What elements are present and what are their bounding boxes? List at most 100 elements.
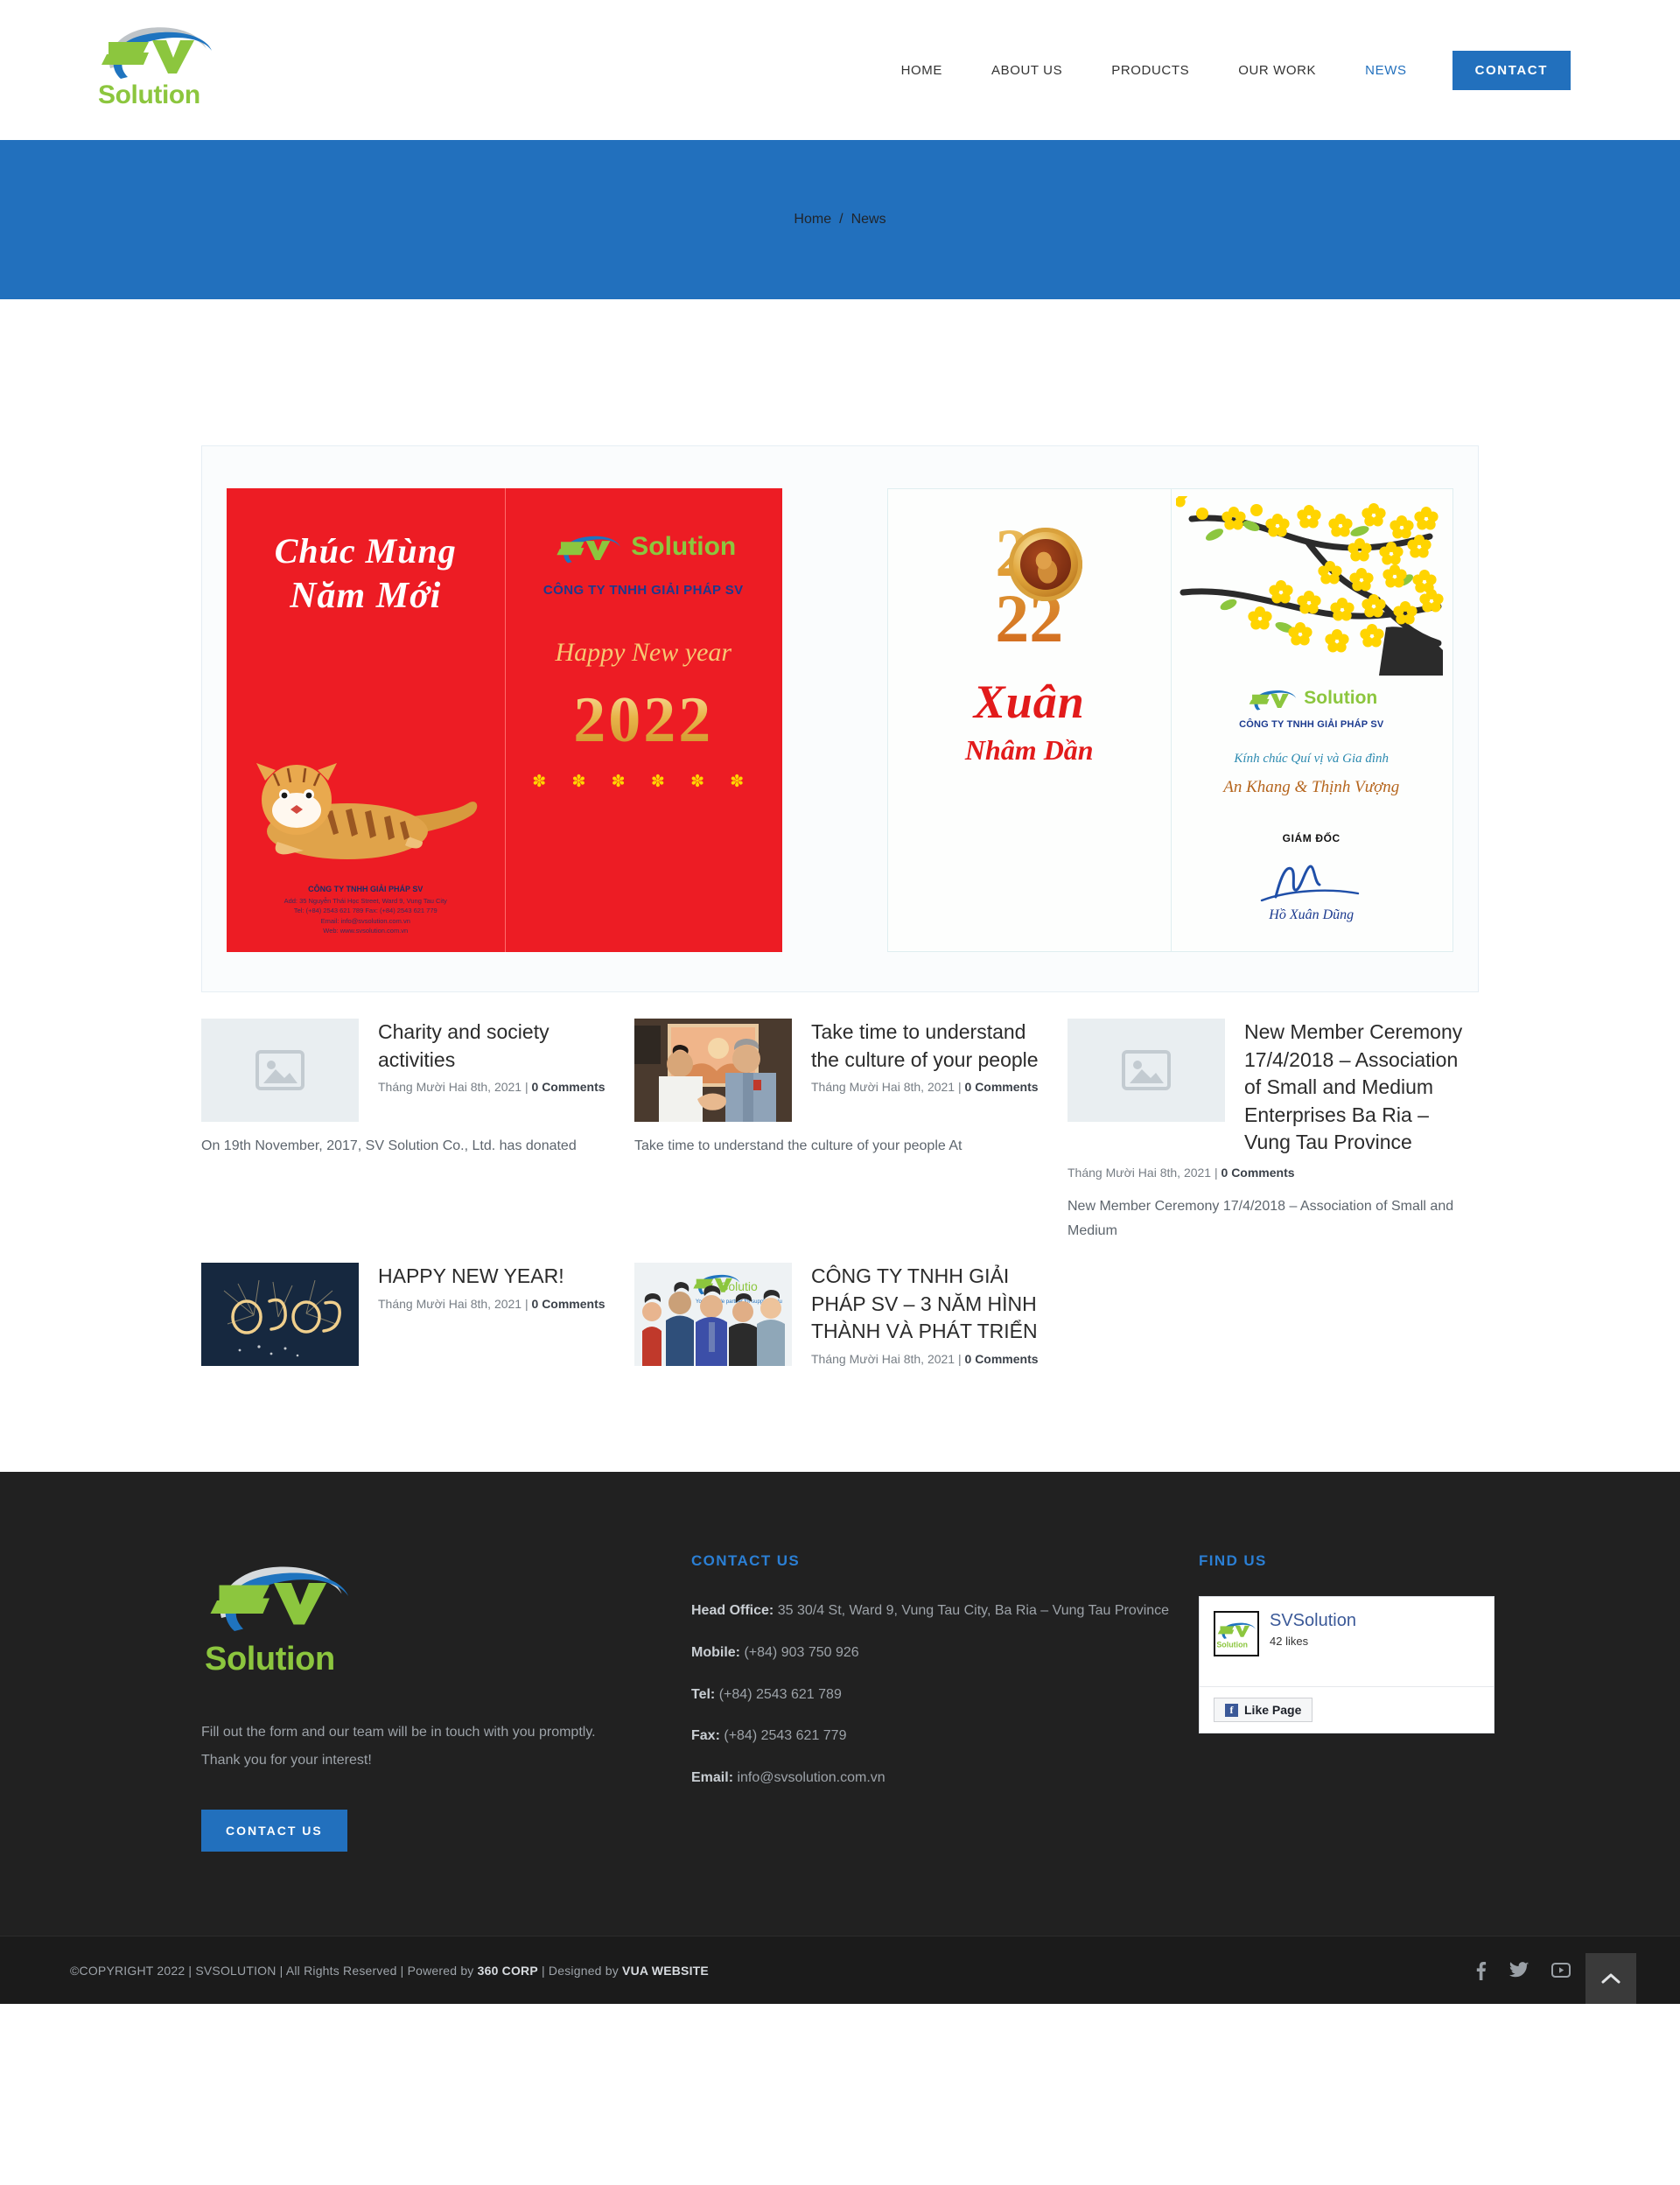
- post-date: Tháng Mười Hai 8th, 2021: [378, 1296, 522, 1311]
- post-meta: Tháng Mười Hai 8th, 2021 | 0 Comments: [811, 1350, 1046, 1369]
- address-company: CÔNG TY TNHH GIẢI PHÁP SV: [308, 884, 424, 893]
- white-card-left: 20 22 Xuân Nhâm Dần: [888, 489, 1171, 951]
- mobile-value: (+84) 903 750 926: [744, 1644, 859, 1660]
- youtube-icon[interactable]: [1551, 1963, 1571, 1978]
- facebook-icon[interactable]: [1475, 1961, 1487, 1980]
- post-date: Tháng Mười Hai 8th, 2021: [378, 1080, 522, 1094]
- post-title-link[interactable]: HAPPY NEW YEAR!: [378, 1263, 612, 1291]
- powered-by-link[interactable]: 360 CORP: [478, 1964, 538, 1978]
- greeting-line-2: Năm Mới: [290, 576, 442, 617]
- post-date: Tháng Mười Hai 8th, 2021: [1068, 1165, 1212, 1180]
- sv-logo-mark-red: [556, 536, 621, 564]
- director-signature: [1171, 850, 1453, 904]
- footer-contact-heading: CONTACT US: [691, 1552, 801, 1570]
- greeting-line-1: Chúc Mùng: [274, 531, 457, 571]
- facebook-icon: f: [1225, 1703, 1238, 1717]
- post-meta: Tháng Mười Hai 8th, 2021 | 0 Comments: [811, 1078, 1046, 1097]
- year-2022-white: 20 22: [888, 489, 1171, 652]
- post-comments-link[interactable]: 0 Comments: [965, 1080, 1039, 1094]
- nav-item-news[interactable]: NEWS: [1340, 63, 1431, 78]
- post-title-link[interactable]: Charity and society activities: [378, 1019, 612, 1074]
- nav-item-home[interactable]: HOME: [877, 63, 967, 78]
- post-thumbnail-fireworks[interactable]: [201, 1263, 359, 1367]
- nav-item-about-us[interactable]: ABOUT US: [967, 63, 1087, 78]
- post-comments-link[interactable]: 0 Comments: [532, 1297, 606, 1311]
- team-photo: Solutio Your reliable partner for suppli…: [634, 1263, 792, 1367]
- copyright-text: ©COPYRIGHT 2022 | SVSOLUTION | All Right…: [70, 1964, 709, 1978]
- xuan-text: Xuân: [973, 675, 1085, 728]
- post-thumbnail-handshake[interactable]: [634, 1019, 792, 1122]
- post-comments-link[interactable]: 0 Comments: [532, 1080, 606, 1094]
- facebook-like-button[interactable]: f Like Page: [1214, 1698, 1313, 1723]
- email-value[interactable]: info@svsolution.com.vn: [737, 1770, 885, 1785]
- designer-link[interactable]: VUA WEBSITE: [622, 1964, 709, 1978]
- post-meta: Tháng Mười Hai 8th, 2021 | 0 Comments: [378, 1078, 612, 1097]
- nav-item-products[interactable]: PRODUCTS: [1087, 63, 1214, 78]
- page-title-bar: Home / News: [0, 140, 1680, 299]
- featured-slider[interactable]: Chúc Mùng Năm Mới CÔNG TY TNHH GIẢI PHÁP…: [201, 445, 1479, 992]
- fax-label: Fax:: [691, 1728, 720, 1744]
- footer-contact-column: CONTACT US Head Office: 35 30/4 St, Ward…: [691, 1552, 1199, 1852]
- tiger-illustration: [242, 719, 496, 868]
- post-thumbnail-placeholder[interactable]: [201, 1019, 359, 1122]
- svg-text:Solutio: Solutio: [720, 1279, 758, 1293]
- fireworks-photo: [201, 1263, 359, 1367]
- copyright-prefix: ©COPYRIGHT 2022 | SVSOLUTION | All Right…: [70, 1963, 478, 1978]
- post-meta: Tháng Mười Hai 8th, 2021 | 0 Comments: [1068, 1164, 1479, 1183]
- list-item: Solutio Your reliable partner for suppli…: [634, 1263, 1046, 1369]
- footer-about-column: Solution Fill out the form and our team …: [201, 1552, 691, 1852]
- post-title-link[interactable]: CÔNG TY TNHH GIẢI PHÁP SV – 3 NĂM HÌNH T…: [811, 1263, 1046, 1346]
- post-excerpt: Take time to understand the culture of y…: [634, 1138, 962, 1153]
- facebook-page-widget[interactable]: Solution SVSolution 42 likes f Like Page: [1199, 1596, 1494, 1734]
- year-2022-red: 2022: [505, 683, 783, 758]
- wish-line-1: Kính chúc Quí vị và Gia đình: [1234, 752, 1390, 766]
- apricot-blossom-illustration: [1163, 484, 1459, 680]
- breadcrumb-home[interactable]: Home: [794, 212, 831, 227]
- breadcrumb-current: News: [850, 212, 886, 227]
- post-thumbnail-team[interactable]: Solutio Your reliable partner for suppli…: [634, 1263, 792, 1367]
- list-item: Charity and society activities Tháng Mườ…: [201, 1019, 612, 1243]
- post-thumbnail-placeholder[interactable]: [1068, 1019, 1225, 1122]
- nav-item-our-work[interactable]: OUR WORK: [1214, 63, 1340, 78]
- footer-about-text: Fill out the form and our team will be i…: [201, 1725, 596, 1768]
- white-card-logo: Solution CÔNG TY TNHH GIẢI PHÁP SV: [1171, 683, 1453, 730]
- post-date: Tháng Mười Hai 8th, 2021: [811, 1351, 956, 1366]
- sv-logo-mark-avatar: Solution: [1216, 1622, 1256, 1649]
- footer-logo-wordmark: Solution: [205, 1641, 335, 1678]
- white-card-company: CÔNG TY TNHH GIẢI PHÁP SV: [1239, 719, 1384, 730]
- white-card-logo-word: Solution: [1304, 688, 1378, 708]
- footer-email: Email: info@svsolution.com.vn: [691, 1763, 1199, 1793]
- nav-contact-button[interactable]: CONTACT: [1452, 50, 1571, 90]
- meta-sep: |: [957, 1351, 965, 1366]
- main-navigation: HOME ABOUT US PRODUCTS OUR WORK NEWS CON…: [877, 0, 1571, 140]
- scroll-to-top-button[interactable]: [1586, 1953, 1636, 2005]
- sv-logo-mark: [94, 16, 217, 86]
- head-office-label: Head Office:: [691, 1603, 774, 1619]
- footer-logo[interactable]: Solution: [201, 1552, 639, 1678]
- post-title-link[interactable]: New Member Ceremony 17/4/2018 – Associat…: [1244, 1019, 1479, 1157]
- post-comments-link[interactable]: 0 Comments: [1222, 1166, 1295, 1180]
- happy-new-year-text: Happy New year: [555, 638, 732, 667]
- flower-row-icon: ✽ ✽ ✽ ✽ ✽ ✽: [532, 773, 755, 791]
- tel-label: Tel:: [691, 1686, 716, 1702]
- site-logo[interactable]: Solution: [94, 16, 217, 123]
- post-title-link[interactable]: Take time to understand the culture of y…: [811, 1019, 1046, 1074]
- facebook-page-name[interactable]: SVSolution: [1270, 1611, 1356, 1630]
- sv-logo-mark-footer: [210, 1566, 348, 1632]
- image-placeholder-icon: [1122, 1050, 1171, 1090]
- handshake-photo: [634, 1019, 792, 1122]
- address-line-4: Email: info@svsolution.com.vn: [320, 916, 410, 925]
- red-card-logo: Solution CÔNG TY TNHH GIẢI PHÁP SV: [505, 488, 783, 598]
- red-card-address: CÔNG TY TNHH GIẢI PHÁP SV Add: 35 Nguyễn…: [227, 884, 505, 936]
- tet-greeting-card-red: Chúc Mùng Năm Mới CÔNG TY TNHH GIẢI PHÁP…: [227, 488, 782, 952]
- facebook-page-avatar: Solution: [1214, 1611, 1259, 1657]
- list-item: Take time to understand the culture of y…: [634, 1019, 1046, 1243]
- list-item: HAPPY NEW YEAR! Tháng Mười Hai 8th, 2021…: [201, 1263, 612, 1369]
- breadcrumb-separator: /: [839, 212, 844, 227]
- footer-contact-button[interactable]: CONTACT US: [201, 1810, 347, 1852]
- meta-sep: |: [957, 1080, 965, 1094]
- nham-dan-text: Nhâm Dần: [964, 733, 1094, 766]
- post-comments-link[interactable]: 0 Comments: [965, 1352, 1039, 1366]
- footer-find-us-heading: FIND US: [1199, 1552, 1267, 1570]
- twitter-icon[interactable]: [1509, 1962, 1529, 1978]
